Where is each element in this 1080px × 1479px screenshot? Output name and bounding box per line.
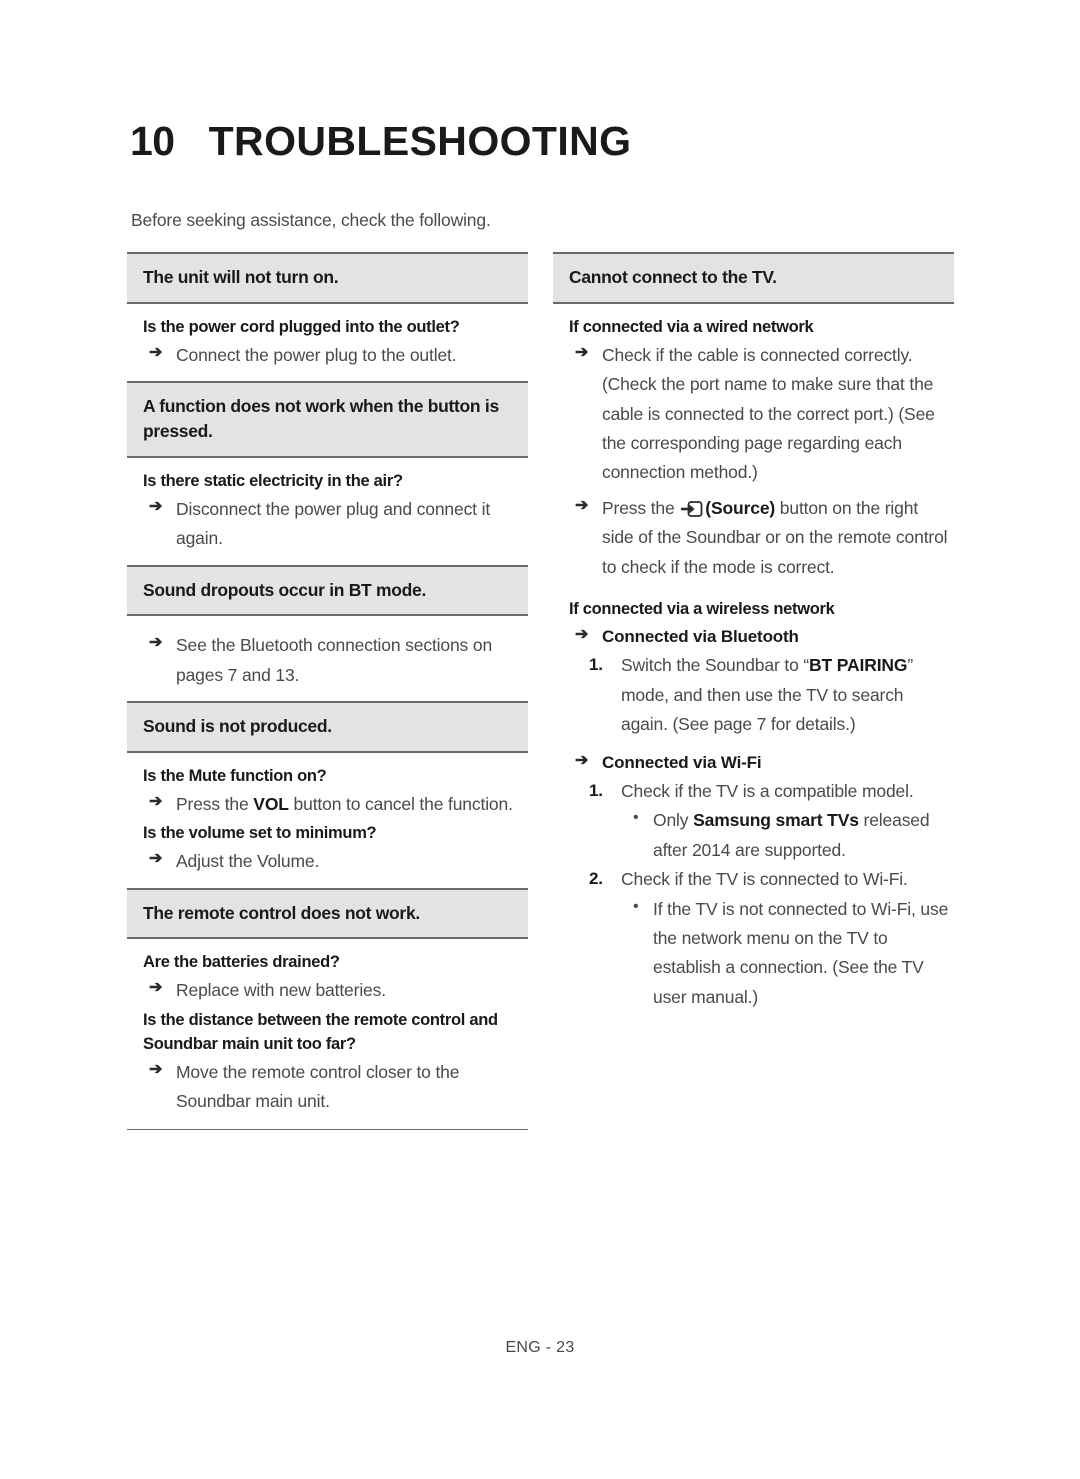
arrow-icon: ➔ — [149, 979, 163, 997]
intro-text: Before seeking assistance, check the fol… — [131, 210, 491, 230]
section-body-cannot-connect-tv: If connected via a wired network ➔ Check… — [553, 304, 954, 1023]
section-body-unit-will-not-turn-on: Is the power cord plugged into the outle… — [127, 304, 528, 381]
answer-text: Check if the cable is connected correctl… — [602, 344, 935, 483]
page-title: 10 TROUBLESHOOTING — [130, 118, 631, 165]
question-mute-function: Is the Mute function on? — [143, 767, 327, 786]
step-number: 1. — [589, 781, 603, 801]
question-remote-distance: Is the distance between the remote contr… — [143, 1010, 498, 1053]
arrow-icon: ➔ — [149, 343, 163, 361]
section-body-function-does-not-work: Is there static electricity in the air? … — [127, 458, 528, 565]
arrow-icon: ➔ — [575, 496, 589, 514]
left-column: The unit will not turn on. Is the power … — [127, 252, 528, 1131]
answer-text-pre: Press the — [602, 497, 680, 518]
wifi-step-2: 2. Check if the TV is connected to Wi-Fi. — [589, 865, 954, 894]
section-header-unit-will-not-turn-on: The unit will not turn on. — [127, 252, 528, 304]
answer-text: See the Bluetooth connection sections on… — [176, 635, 493, 685]
chapter-title: TROUBLESHOOTING — [208, 118, 632, 164]
section-body-remote-control: Are the batteries drained? ➔ Replace wit… — [127, 939, 528, 1127]
wifi-step-1-bullet-1: • Only Samsung smart TVs released after 2… — [631, 806, 954, 865]
answer-bold-vol: VOL — [253, 793, 289, 814]
section-header-cannot-connect-tv: Cannot connect to the TV. — [553, 252, 954, 304]
right-column: Cannot connect to the TV. If connected v… — [553, 252, 954, 1023]
label-wireless-network: If connected via a wireless network — [569, 599, 835, 618]
left-column-closing-rule — [127, 1129, 528, 1131]
section-header-remote-control: The remote control does not work. — [127, 887, 528, 940]
section-header-function-does-not-work: A function does not work when the button… — [127, 381, 528, 458]
answer-text: Adjust the Volume. — [176, 851, 320, 872]
bluetooth-label-text: Connected via Bluetooth — [602, 626, 799, 646]
arrow-icon: ➔ — [149, 497, 163, 515]
question-batteries-drained: Are the batteries drained? — [143, 953, 340, 972]
question-volume-minimum: Is the volume set to minimum? — [143, 824, 377, 843]
question-power-cord: Is the power cord plugged into the outle… — [143, 317, 460, 336]
answer-text: Move the remote control closer to the So… — [176, 1061, 460, 1112]
section-body-sound-dropouts-bt: ➔ See the Bluetooth connection sections … — [127, 616, 528, 701]
bullet-text-pre: Only — [653, 810, 694, 831]
arrow-icon: ➔ — [575, 343, 589, 361]
bullet-bold-samsung-smart-tvs: Samsung smart TVs — [693, 810, 859, 831]
wifi-step-2-bullet-1: • If the TV is not connected to Wi-Fi, us… — [631, 895, 954, 1013]
step-text: Check if the TV is connected to Wi-Fi. — [621, 869, 908, 890]
question-static-electricity: Is there static electricity in the air? — [143, 471, 403, 490]
source-icon — [680, 500, 703, 517]
arrow-icon: ➔ — [575, 625, 589, 643]
arrow-icon: ➔ — [149, 850, 163, 868]
section-header-sound-not-produced: Sound is not produced. — [127, 701, 528, 754]
answer-static-electricity: ➔ Disconnect the power plug and connect … — [149, 495, 528, 554]
answer-wired-cable-check: ➔ Check if the cable is connected correc… — [575, 341, 954, 488]
answer-text: Disconnect the power plug and connect it… — [176, 498, 491, 549]
bullet-text: If the TV is not connected to Wi-Fi, use… — [653, 898, 949, 1007]
answer-press-source-button: ➔ Press the (Source) button on the right … — [575, 494, 954, 582]
answer-bold-source: (Source) — [705, 497, 776, 518]
answer-text-pre: Press the — [176, 793, 254, 814]
section-body-sound-not-produced: Is the Mute function on? ➔ Press the VOL … — [127, 753, 528, 888]
label-connected-via-wifi: ➔ Connected via Wi-Fi — [575, 749, 954, 778]
label-wired-network: If connected via a wired network — [569, 317, 814, 336]
arrow-icon: ➔ — [149, 634, 163, 652]
bullet-icon: • — [633, 809, 639, 827]
step-text-pre: Switch the Soundbar to “ — [621, 655, 810, 676]
wifi-step-1: 1. Check if the TV is a compatible model. — [589, 777, 954, 806]
answer-sound-dropouts: ➔ See the Bluetooth connection sections … — [149, 631, 528, 690]
answer-text-post: button to cancel the function. — [288, 793, 513, 814]
answer-mute-function: ➔ Press the VOL button to cancel the func… — [149, 790, 528, 819]
page-footer: ENG - 23 — [505, 1339, 575, 1356]
bullet-icon: • — [633, 897, 639, 915]
section-header-sound-dropouts-bt: Sound dropouts occur in BT mode. — [127, 564, 528, 617]
arrow-icon: ➔ — [149, 1060, 163, 1078]
step-bold-bt-pairing: BT PAIRING — [809, 655, 908, 676]
answer-text: Replace with new batteries. — [176, 980, 386, 1001]
label-connected-via-bluetooth: ➔ Connected via Bluetooth — [575, 623, 954, 652]
step-number: 1. — [589, 655, 603, 675]
manual-page: 10 TROUBLESHOOTING Before seeking assist… — [0, 0, 1080, 1479]
chapter-number: 10 — [130, 118, 175, 164]
wifi-label-text: Connected via Wi-Fi — [602, 752, 762, 772]
answer-power-cord: ➔ Connect the power plug to the outlet. — [149, 341, 528, 370]
answer-text: Connect the power plug to the outlet. — [176, 344, 457, 365]
answer-volume-minimum: ➔ Adjust the Volume. — [149, 847, 528, 876]
bluetooth-step-1: 1. Switch the Soundbar to “BT PAIRING” mo… — [589, 651, 954, 739]
step-text: Check if the TV is a compatible model. — [621, 781, 914, 802]
arrow-icon: ➔ — [575, 751, 589, 769]
arrow-icon: ➔ — [149, 792, 163, 810]
step-number: 2. — [589, 869, 603, 889]
answer-batteries-drained: ➔ Replace with new batteries. — [149, 976, 528, 1005]
answer-remote-distance: ➔ Move the remote control closer to the … — [149, 1058, 528, 1117]
